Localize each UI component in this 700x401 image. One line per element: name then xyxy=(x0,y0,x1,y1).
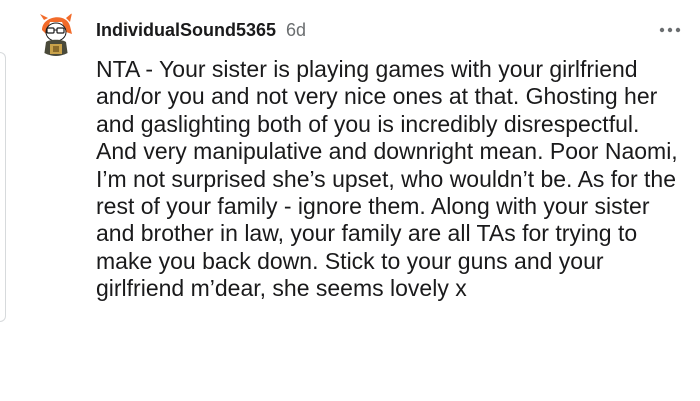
user-avatar[interactable] xyxy=(32,8,80,56)
comment-header: IndividualSound5365 6d xyxy=(96,18,306,42)
more-options-button[interactable] xyxy=(656,20,684,40)
thread-collapse-line[interactable] xyxy=(0,52,6,322)
reddit-snoo-avatar-icon xyxy=(32,8,80,56)
comment-timestamp: 6d xyxy=(286,19,307,40)
username-link[interactable]: IndividualSound5365 xyxy=(96,20,276,41)
more-options-icon xyxy=(659,27,681,33)
comment-body-text: NTA - Your sister is playing games with … xyxy=(96,56,678,302)
